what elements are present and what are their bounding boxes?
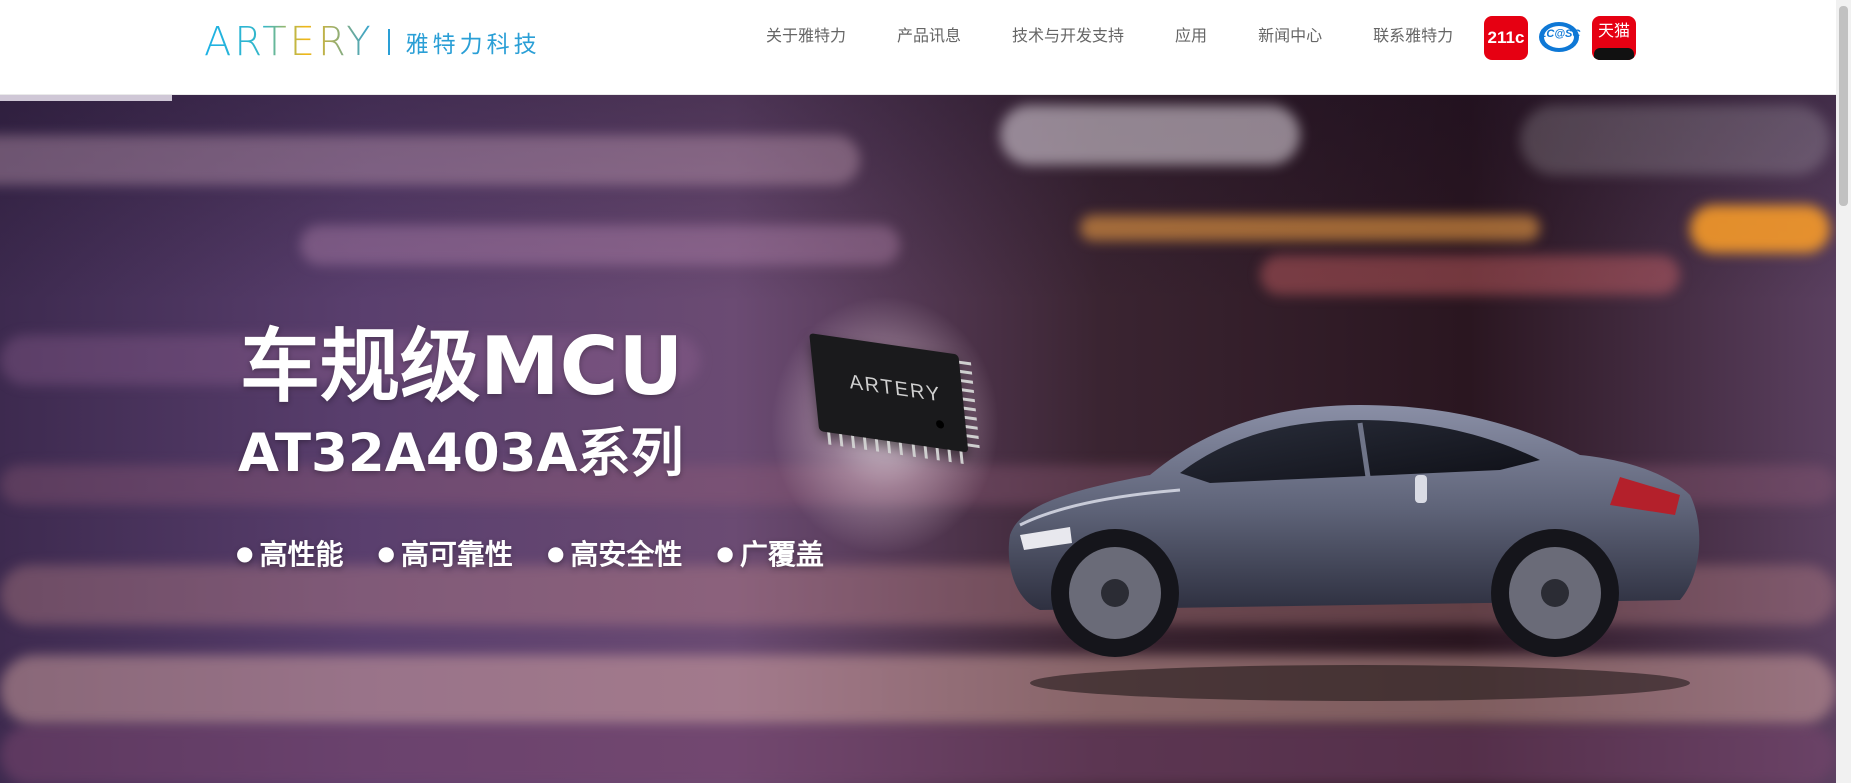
chip-pin1-dot xyxy=(935,419,945,429)
logo-wordmark: ARTERY xyxy=(204,19,374,65)
bg-streak xyxy=(1690,205,1830,253)
feature-item: ● 广覆盖 xyxy=(716,535,823,573)
bullet-icon: ● xyxy=(236,541,254,565)
bg-streak xyxy=(0,135,860,185)
feature-item: ● 高安全性 xyxy=(547,535,682,573)
logo-chinese-name: 雅特力科技 xyxy=(405,32,541,58)
logo-mark: ARTERY xyxy=(204,22,374,62)
211ic-logo-icon[interactable]: 211c xyxy=(1484,16,1528,60)
feature-label: 广覆盖 xyxy=(739,538,824,571)
bullet-icon: ● xyxy=(716,541,734,565)
store-badges: 211c LC@SC 天猫 xyxy=(1484,16,1636,60)
bg-streak xyxy=(1080,215,1540,241)
artery-logo[interactable]: ARTERY 雅特力科技 xyxy=(204,22,541,62)
nav-item-products[interactable]: 产品讯息 xyxy=(897,24,961,48)
nav-item-news[interactable]: 新闻中心 xyxy=(1258,24,1322,48)
feature-item: ● 高性能 xyxy=(236,535,343,573)
feature-label: 高安全性 xyxy=(570,538,683,571)
feature-list: ● 高性能 ● 高可靠性 ● 高安全性 ● 广覆盖 xyxy=(236,535,858,573)
hero-subtitle: AT32A403A系列 xyxy=(238,423,684,484)
feature-label: 高性能 xyxy=(259,538,344,571)
nav-item-about[interactable]: 关于雅特力 xyxy=(766,24,846,48)
chip-logo: ARTERY xyxy=(848,370,943,407)
site-header: ARTERY 雅特力科技 关于雅特力 产品讯息 技术与开发支持 应用 新闻中心 … xyxy=(0,0,1836,95)
bullet-icon: ● xyxy=(377,541,395,565)
bg-streak xyxy=(300,225,900,265)
nav-item-tech-support[interactable]: 技术与开发支持 xyxy=(1012,24,1124,48)
feature-item: ● 高可靠性 xyxy=(377,535,512,573)
hero-title: 车规级MCU xyxy=(240,320,684,413)
nav-item-applications[interactable]: 应用 xyxy=(1175,24,1207,48)
hero-banner[interactable]: ARTERY 车规级MCU AT32A403A系列 ● 高性能 ● 高可靠性 ●… xyxy=(0,95,1836,783)
badge-tmall-label: 天猫 xyxy=(1597,21,1630,40)
nav-item-contact[interactable]: 联系雅特力 xyxy=(1373,24,1453,48)
scrollbar-thumb[interactable] xyxy=(1839,6,1848,206)
lcsc-logo-icon[interactable]: LC@SC xyxy=(1538,16,1582,60)
bg-streak xyxy=(1520,105,1830,175)
feature-label: 高可靠性 xyxy=(400,538,513,571)
bg-streak xyxy=(1260,255,1680,295)
tmall-logo-icon[interactable]: 天猫 xyxy=(1592,16,1636,60)
tmall-cat-shape xyxy=(1594,48,1634,60)
bg-streak xyxy=(0,725,1836,783)
banner-strip xyxy=(0,95,172,101)
badge-lcsc-label: LC@SC xyxy=(1539,28,1581,40)
main-nav: 关于雅特力 产品讯息 技术与开发支持 应用 新闻中心 联系雅特力 xyxy=(766,24,1453,48)
sports-car-image xyxy=(1008,405,1700,701)
logo-divider xyxy=(387,29,390,55)
bullet-icon: ● xyxy=(546,541,565,565)
page-scrollbar[interactable] xyxy=(1836,0,1851,783)
bg-streak xyxy=(1000,105,1300,165)
badge-211-label: 211c xyxy=(1487,28,1525,47)
